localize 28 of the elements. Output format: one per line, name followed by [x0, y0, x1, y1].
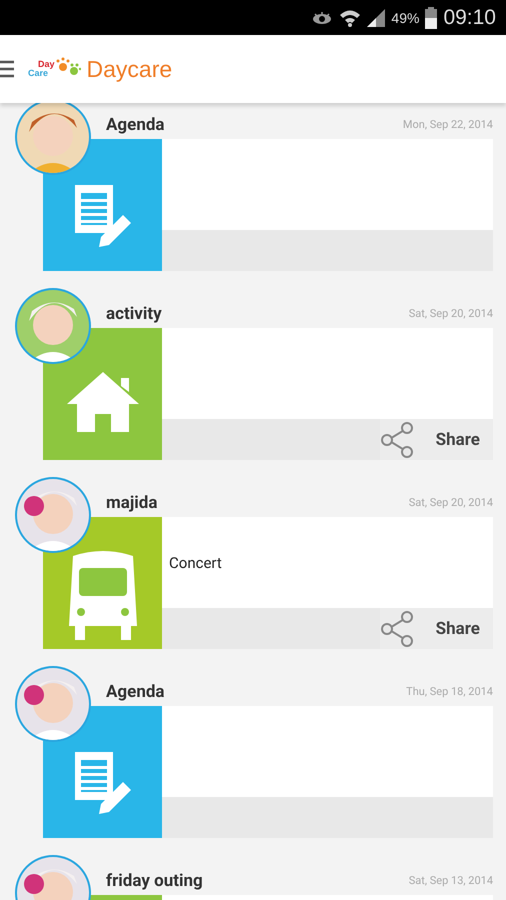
battery-percent: 49%	[391, 10, 420, 26]
logo-text: Care	[28, 69, 48, 78]
share-button[interactable]: Share	[380, 608, 493, 649]
battery-icon	[425, 6, 438, 28]
clock-time: 09:10	[443, 6, 496, 30]
share-button[interactable]: Share	[380, 419, 493, 460]
eye-icon	[311, 10, 334, 24]
share-icon	[380, 610, 414, 646]
app-title: Daycare	[86, 56, 172, 82]
entry-title: friday outing	[106, 870, 203, 890]
wifi-icon	[339, 8, 362, 28]
card-background[interactable]: Concert Share	[162, 517, 493, 649]
entry-title: Agenda	[106, 114, 165, 134]
entry-date: Sat, Sep 20, 2014	[408, 496, 493, 509]
entry-date: Thu, Sep 18, 2014	[406, 685, 493, 698]
entry-date: Sat, Sep 13, 2014	[408, 874, 493, 887]
entry-date: Mon, Sep 22, 2014	[402, 118, 493, 131]
entry-title: majida	[106, 492, 158, 512]
entry-text: Concert	[169, 554, 222, 572]
entry-date: Sat, Sep 20, 2014	[408, 307, 493, 320]
entry-title: activity	[106, 304, 162, 324]
house-icon	[64, 370, 140, 434]
logo-text: Day	[38, 60, 55, 69]
card-background[interactable]: Share	[162, 328, 493, 460]
signal-icon	[367, 8, 386, 26]
menu-icon[interactable]	[0, 59, 14, 79]
share-icon	[380, 422, 414, 458]
entry-title: Agenda	[106, 682, 165, 702]
